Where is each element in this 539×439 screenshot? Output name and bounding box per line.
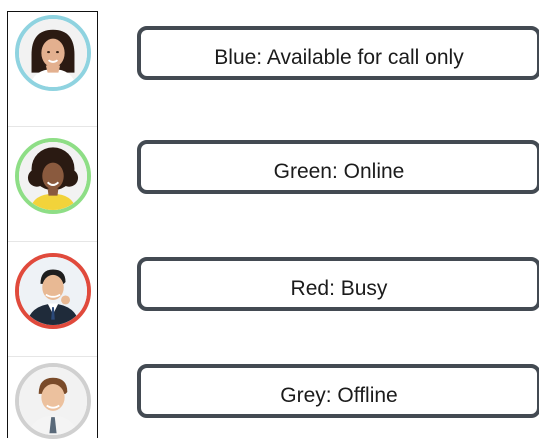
contact-slot[interactable] — [8, 242, 97, 357]
woman-avatar-icon — [19, 19, 87, 87]
contact-slot[interactable] — [8, 12, 97, 127]
status-label-red: Red: Busy — [137, 257, 539, 311]
woman-curly-avatar-icon — [19, 142, 87, 210]
avatar-green-status[interactable] — [15, 138, 91, 214]
contact-sidebar — [7, 11, 98, 439]
contact-slot[interactable] — [8, 357, 97, 439]
contact-slot[interactable] — [8, 127, 97, 242]
status-label-grey: Grey: Offline — [137, 364, 539, 418]
avatar-red-status[interactable] — [15, 253, 91, 329]
status-label-green: Green: Online — [137, 140, 539, 194]
status-label-blue: Blue: Available for call only — [137, 26, 539, 80]
man-tie-avatar-icon — [19, 367, 87, 435]
man-suit-avatar-icon — [19, 257, 87, 325]
avatar-blue-status[interactable] — [15, 15, 91, 91]
avatar-grey-status[interactable] — [15, 363, 91, 439]
